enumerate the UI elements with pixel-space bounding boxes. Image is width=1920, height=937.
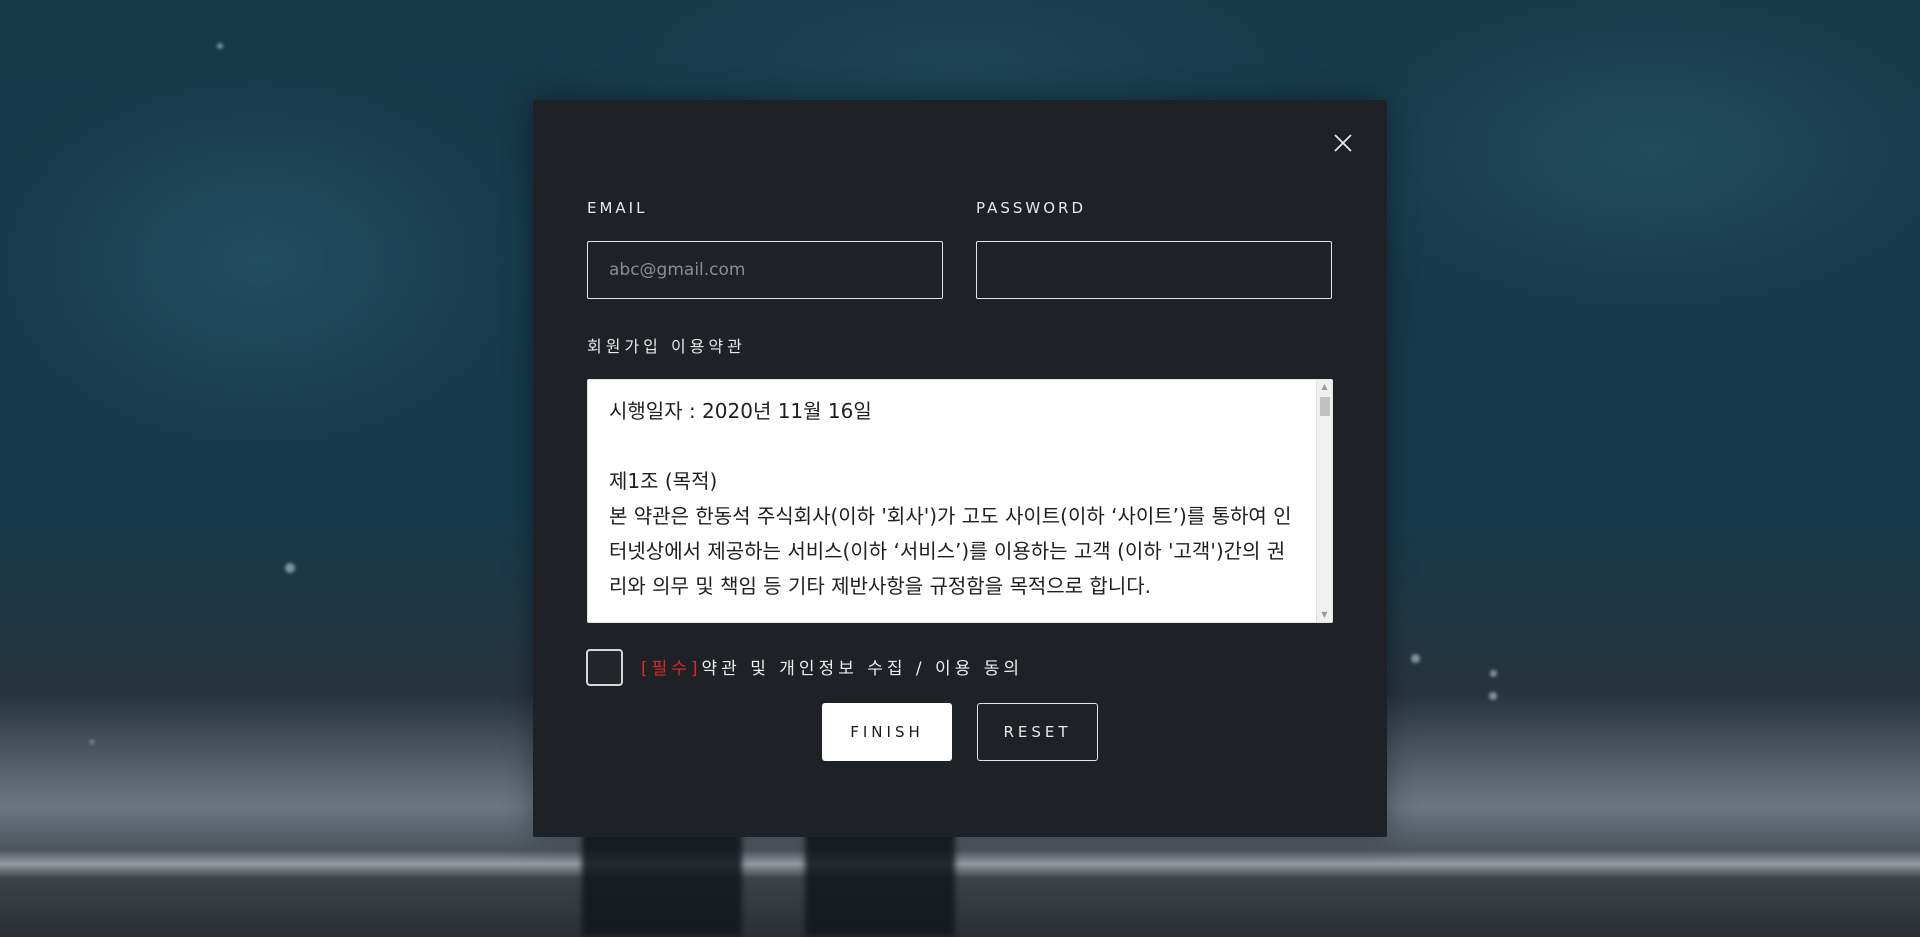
terms-effective-date: 시행일자 : 2020년 11월 16일: [609, 399, 872, 423]
agree-label[interactable]: [필수]약관 및 개인정보 수집 / 이용 동의: [641, 654, 1023, 679]
scroll-down-arrow[interactable]: ▼: [1317, 608, 1332, 622]
reset-button[interactable]: RESET: [977, 703, 1098, 761]
terms-content: 시행일자 : 2020년 11월 16일 제1조 (목적) 본 약관은 한동석 …: [588, 380, 1317, 622]
background-star: [1411, 654, 1420, 663]
background-star: [285, 563, 295, 573]
agree-text: 약관 및 개인정보 수집 / 이용 동의: [701, 659, 1024, 679]
scroll-thumb[interactable]: [1320, 397, 1330, 416]
password-input[interactable]: [976, 241, 1332, 299]
email-input[interactable]: [587, 241, 943, 299]
terms-title: 회원가입 이용약관: [587, 337, 746, 356]
background-star: [90, 740, 94, 744]
background-star: [217, 43, 223, 49]
finish-button[interactable]: FINISH: [822, 703, 952, 761]
close-icon: [1334, 134, 1352, 152]
required-tag: [필수]: [641, 659, 702, 679]
password-label: PASSWORD: [976, 199, 1087, 217]
background-star: [1489, 692, 1497, 700]
background-snow-band: [0, 850, 1920, 878]
signup-modal: EMAIL PASSWORD 회원가입 이용약관 시행일자 : 2020년 11…: [533, 100, 1387, 837]
scroll-up-arrow[interactable]: ▲: [1317, 380, 1332, 394]
email-label: EMAIL: [587, 199, 648, 217]
terms-scrollbar[interactable]: ▲ ▼: [1316, 380, 1332, 622]
terms-article-title: 제1조 (목적): [609, 469, 718, 493]
agree-checkbox[interactable]: [586, 649, 623, 686]
terms-article-body: 본 약관은 한동석 주식회사(이하 '회사')가 고도 사이트(이하 ‘사이트’…: [609, 504, 1292, 598]
close-button[interactable]: [1330, 130, 1356, 156]
background-star: [1490, 670, 1497, 677]
terms-textarea[interactable]: 시행일자 : 2020년 11월 16일 제1조 (목적) 본 약관은 한동석 …: [587, 379, 1333, 623]
